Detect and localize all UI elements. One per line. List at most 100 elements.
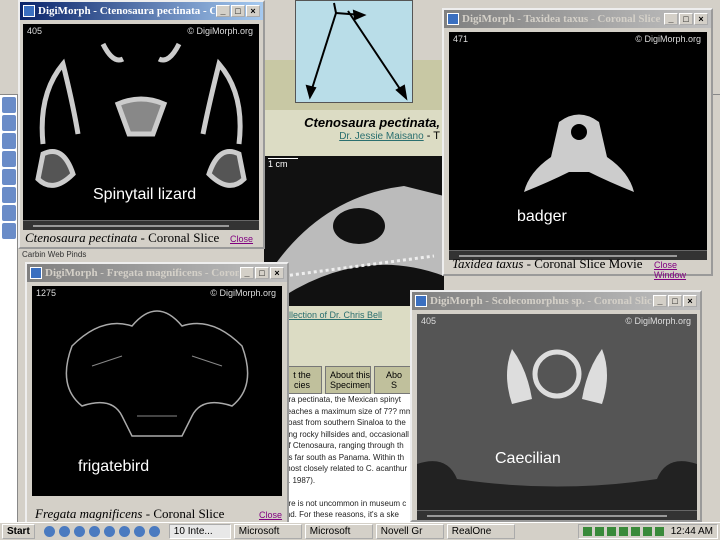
title-bar[interactable]: DigiMorph - Taxidea taxus - Coronal Slic… [444, 10, 711, 28]
species-title: Ctenosaura pectinata, [304, 115, 440, 130]
watermark: © DigiMorph.org [210, 288, 276, 298]
author-suffix: - T [426, 130, 440, 142]
sidebar-icon[interactable] [2, 205, 16, 221]
watermark: © DigiMorph.org [187, 26, 253, 36]
app-icon [30, 267, 42, 279]
arrow-diagram [295, 0, 413, 103]
tab-specimen[interactable]: About this Specimen [325, 366, 371, 394]
system-tray: 12:44 AM [577, 524, 718, 539]
minimize-button[interactable]: _ [664, 13, 678, 25]
frame-number: 405 [421, 316, 437, 326]
quicklaunch-icon[interactable] [73, 526, 85, 537]
taskbar-excel[interactable]: Microsoft [233, 524, 302, 539]
close-button[interactable]: × [246, 5, 260, 17]
frame-number: 471 [453, 34, 469, 44]
maximize-button[interactable]: □ [668, 295, 682, 307]
tray-icon[interactable] [618, 527, 628, 536]
close-button[interactable]: × [694, 13, 708, 25]
text-line: as far south as Panama. Within th [284, 452, 405, 462]
quicklaunch-icon[interactable] [118, 526, 130, 537]
app-icon [23, 5, 35, 17]
taskbar-ie-group[interactable]: 10 Inte... [168, 524, 231, 539]
caption: Fregata magnificens - Coronal Slice [35, 506, 225, 521]
taskbar-realone[interactable]: RealOne [446, 524, 515, 539]
quick-launch [38, 526, 166, 537]
text-line: coast from southern Sinaloa to the [284, 418, 406, 427]
seek-bar[interactable] [417, 510, 697, 520]
title-bar[interactable]: DigiMorph - Scolecomorphus sp. - Coronal… [412, 292, 700, 310]
window-title: DigiMorph - Taxidea taxus - Coronal Slic… [462, 13, 663, 25]
sidebar-icon[interactable] [2, 151, 16, 167]
ct-slice-video: 405 © DigiMorph.org Caecilian [417, 314, 697, 510]
scale-label: 1 cm [268, 158, 298, 169]
specimen-label: Spinytail lizard [93, 186, 197, 203]
specimen-label: badger [517, 208, 567, 225]
scolecomorphus-window: DigiMorph - Scolecomorphus sp. - Coronal… [410, 290, 702, 522]
text-line: reaches a maximum size of 7?? mm. [284, 406, 414, 416]
maximize-button[interactable]: □ [231, 5, 245, 17]
start-button[interactable]: Start [2, 524, 35, 539]
quicklaunch-icon[interactable] [43, 526, 55, 537]
tray-icon[interactable] [630, 527, 640, 536]
app-icon [447, 13, 459, 25]
minimize-button[interactable]: _ [240, 267, 254, 279]
close-button[interactable]: × [683, 295, 697, 307]
ct-slice-video: 405 © DigiMorph.org Spinytail lizard [23, 24, 259, 220]
text-line: of Ctenosaura, ranging through th [284, 441, 404, 450]
tray-icon[interactable] [642, 527, 652, 536]
maximize-button[interactable]: □ [679, 13, 693, 25]
maximize-button[interactable]: □ [255, 267, 269, 279]
author-link[interactable]: Dr. Jessie Maisano [339, 131, 423, 142]
sidebar-icon[interactable] [2, 133, 16, 149]
taskbar: Start 10 Inte... Microsoft Microsoft Nov… [0, 522, 720, 540]
tray-icon[interactable] [582, 527, 592, 536]
text-line: ind. For these reasons, it's a ske [284, 510, 399, 519]
lizard-skull-image: 1 cm [264, 156, 444, 306]
tab-other[interactable]: Abo S [374, 366, 414, 394]
frame-number: 1275 [36, 288, 57, 298]
sidebar-item[interactable]: Carbin Web Pinds [22, 250, 86, 259]
minimize-button[interactable]: _ [653, 295, 667, 307]
fregata-window: DigiMorph - Fregata magnificens - Corona… [25, 262, 289, 524]
window-title: DigiMorph - Ctenosaura pectinata - Coron… [38, 5, 215, 17]
ctenosaura-window: DigiMorph - Ctenosaura pectinata - Coron… [18, 0, 265, 249]
close-link[interactable]: Close [230, 234, 253, 244]
sidebar-icon[interactable] [2, 97, 16, 113]
favorites-sidebar [0, 95, 18, 525]
seek-bar[interactable] [23, 220, 259, 230]
tray-icon[interactable] [606, 527, 616, 536]
quicklaunch-icon[interactable] [88, 526, 100, 537]
close-link[interactable]: Close [259, 510, 282, 520]
sidebar-icon[interactable] [2, 169, 16, 185]
window-title: DigiMorph - Fregata magnificens - Corona… [45, 267, 239, 279]
specimen-label: frigatebird [78, 458, 150, 475]
watermark: © DigiMorph.org [635, 34, 701, 44]
sidebar-icon[interactable] [2, 187, 16, 203]
watermark: © DigiMorph.org [625, 316, 691, 326]
text-line: ring rocky hillsides and, occasionall [284, 429, 409, 439]
ct-slice-video: 1275 © DigiMorph.org frigatebird [32, 286, 282, 496]
sidebar-icon[interactable] [2, 115, 16, 131]
species-description: ura pectinata, the Mexican spinyt reache… [284, 394, 414, 522]
specimen-label: Caecilian [495, 450, 561, 467]
title-bar[interactable]: DigiMorph - Fregata magnificens - Corona… [27, 264, 287, 282]
sidebar-icon[interactable] [2, 223, 16, 239]
minimize-button[interactable]: _ [216, 5, 230, 17]
quicklaunch-icon[interactable] [103, 526, 115, 537]
quicklaunch-icon[interactable] [133, 526, 145, 537]
close-button[interactable]: × [270, 267, 284, 279]
text-line: z. 1987). [284, 475, 316, 485]
taskbar-novell[interactable]: Novell Gr [375, 524, 444, 539]
tray-icon[interactable] [654, 527, 664, 536]
close-link[interactable]: Close Window [654, 260, 711, 280]
caption: Taxidea taxus - Coronal Slice Movie [452, 256, 643, 271]
frame-number: 405 [27, 26, 43, 36]
window-title: DigiMorph - Scolecomorphus sp. - Coronal… [430, 295, 652, 307]
ct-slice-video: 471 © DigiMorph.org badger [449, 32, 707, 250]
title-bar[interactable]: DigiMorph - Ctenosaura pectinata - Coron… [20, 2, 263, 20]
quicklaunch-icon[interactable] [148, 526, 160, 537]
taskbar-powerpoint[interactable]: Microsoft [304, 524, 373, 539]
quicklaunch-icon[interactable] [58, 526, 70, 537]
tray-icon[interactable] [594, 527, 604, 536]
text-line: most closely related to C. acanthur [284, 464, 408, 473]
